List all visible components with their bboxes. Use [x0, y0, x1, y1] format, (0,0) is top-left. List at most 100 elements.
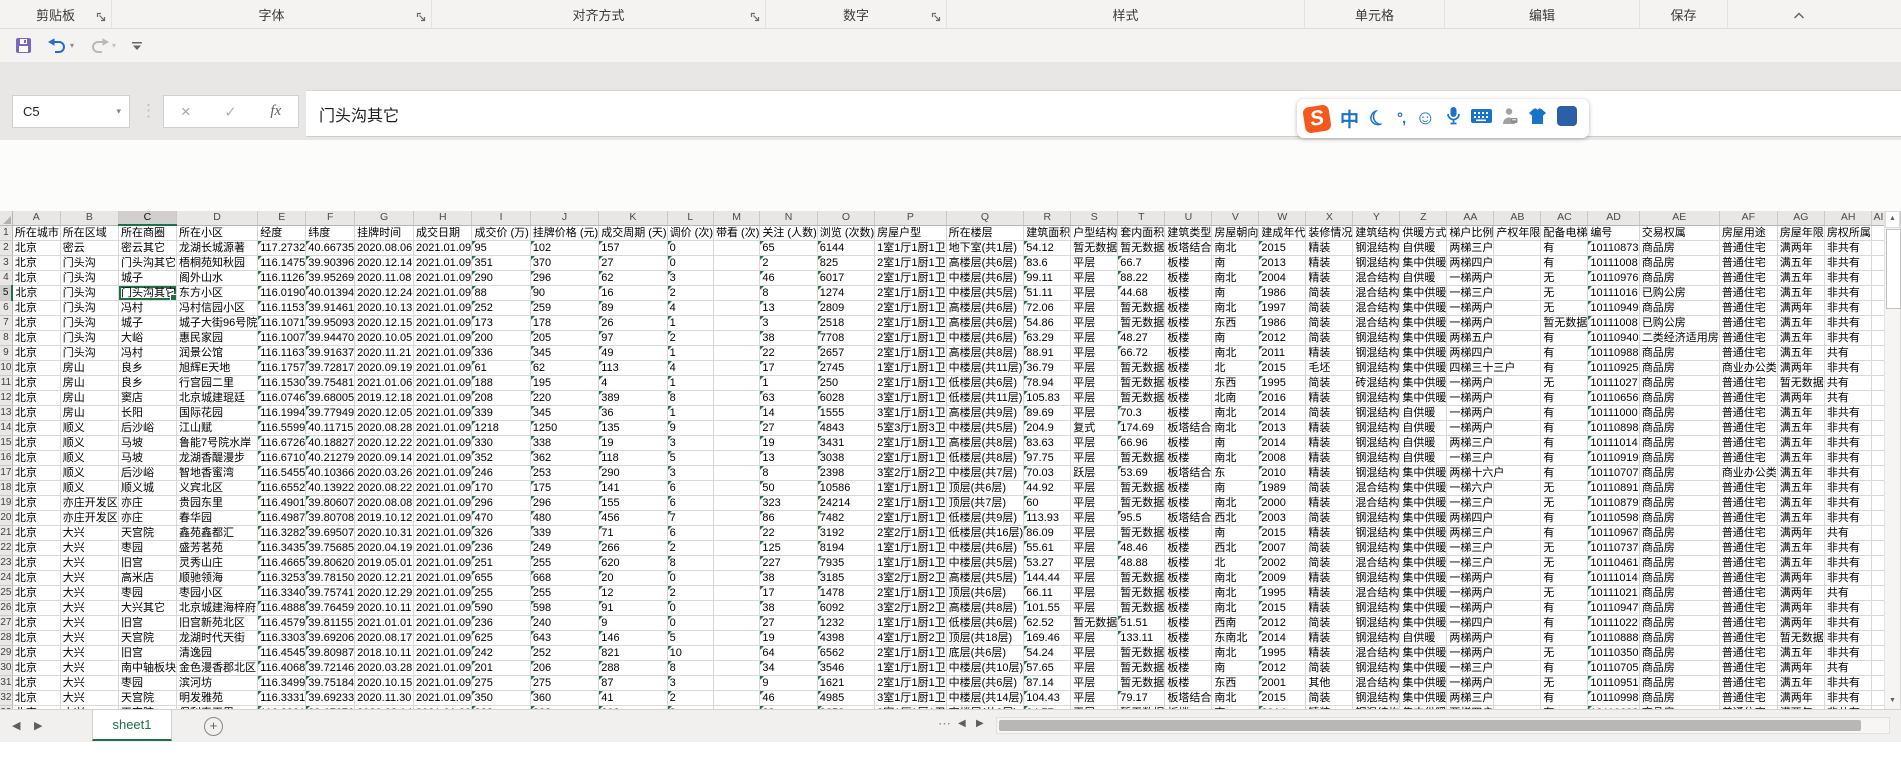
cell-R24[interactable]: 144.44: [1023, 570, 1072, 586]
cell-M32[interactable]: [713, 690, 761, 706]
row-header-29[interactable]: 29: [0, 645, 13, 661]
cell-AE25[interactable]: 商品房: [1639, 585, 1720, 601]
cell-K23[interactable]: 620: [598, 555, 668, 571]
cell-O19[interactable]: 24214: [817, 495, 876, 511]
cell-AD8[interactable]: 10110940: [1587, 330, 1640, 346]
cell-Q26[interactable]: 高楼层(共8层): [946, 600, 1025, 616]
cell-AF19[interactable]: 普通住宅: [1719, 495, 1778, 511]
cell-S32[interactable]: 平层: [1070, 690, 1119, 706]
cell-AH8[interactable]: 非共有: [1824, 330, 1873, 346]
cell-J5[interactable]: 90: [530, 285, 600, 301]
cell-I11[interactable]: 188: [471, 375, 531, 391]
cell-T10[interactable]: 暂无数据: [1117, 360, 1166, 376]
cell-B16[interactable]: 顺义: [60, 450, 119, 466]
cell-G23[interactable]: 2019.05.01: [354, 555, 415, 571]
cell-A4[interactable]: 北京: [12, 270, 61, 286]
cell-Z31[interactable]: 集中供暖: [1399, 675, 1448, 691]
cell-G7[interactable]: 2020.12.15: [354, 315, 415, 331]
cell-L19[interactable]: 6: [667, 495, 714, 511]
cell-A8[interactable]: 北京: [12, 330, 61, 346]
cell-L20[interactable]: 7: [667, 510, 714, 526]
cell-R25[interactable]: 66.11: [1023, 585, 1072, 601]
cell-R17[interactable]: 70.03: [1023, 465, 1072, 481]
cell-AE9[interactable]: 商品房: [1639, 345, 1720, 361]
cell-C5[interactable]: 门头沟其它: [118, 285, 177, 301]
cell-J22[interactable]: 249: [530, 540, 600, 556]
cell-E13[interactable]: 116.1994: [257, 405, 307, 421]
cell-Z10[interactable]: 集中供暖: [1399, 360, 1448, 376]
cell-C8[interactable]: 大峪: [118, 330, 177, 346]
cell-AD16[interactable]: 10110919: [1587, 450, 1640, 466]
col-header-D[interactable]: D: [176, 211, 259, 226]
cell-D31[interactable]: 滨河坊: [176, 675, 259, 691]
cell-B2[interactable]: 密云: [60, 240, 119, 256]
row-header-26[interactable]: 26: [0, 600, 13, 616]
cell-Q15[interactable]: 高楼层(共8层): [946, 435, 1025, 451]
cell-Y22[interactable]: 钢混结构: [1352, 540, 1401, 556]
cell-I4[interactable]: 290: [471, 270, 531, 286]
cell-Z30[interactable]: 集中供暖: [1399, 660, 1448, 676]
cell-P29[interactable]: 2室1厅1厨1卫: [874, 645, 947, 661]
cell-O18[interactable]: 10586: [817, 480, 876, 496]
cell-W22[interactable]: 2007: [1258, 540, 1307, 556]
cell-T4[interactable]: 88.22: [1117, 270, 1166, 286]
cell-N8[interactable]: 38: [759, 330, 818, 346]
cell-J25[interactable]: 255: [530, 585, 600, 601]
cell-N12[interactable]: 63: [759, 390, 818, 406]
cell-J12[interactable]: 220: [530, 390, 600, 406]
cell-N4[interactable]: 46: [759, 270, 818, 286]
cell-N18[interactable]: 50: [759, 480, 818, 496]
row-header-22[interactable]: 22: [0, 540, 13, 556]
person-icon[interactable]: [1502, 107, 1518, 130]
cell-I21[interactable]: 326: [471, 525, 531, 541]
cell-C17[interactable]: 后沙峪: [118, 465, 177, 481]
cell-AC10[interactable]: 有: [1540, 360, 1589, 376]
save-button[interactable]: [15, 37, 32, 54]
prev-sheet-icon[interactable]: ◀: [12, 719, 20, 732]
cell-D23[interactable]: 灵秀山庄: [176, 555, 259, 571]
cell-AB14[interactable]: [1493, 420, 1542, 436]
cell-Q6[interactable]: 高楼层(共6层): [946, 300, 1025, 316]
cell-P5[interactable]: 2室1厅1厨1卫: [874, 285, 947, 301]
col-header-Q[interactable]: Q: [946, 211, 1025, 226]
col-header-S[interactable]: S: [1070, 211, 1119, 226]
cell-K17[interactable]: 290: [598, 465, 668, 481]
name-box-dropdown-icon[interactable]: ▾: [116, 106, 129, 117]
cell-T8[interactable]: 48.27: [1117, 330, 1166, 346]
cell-E6[interactable]: 116.1153: [257, 300, 307, 316]
cell-D6[interactable]: 冯村信园小区: [176, 300, 259, 316]
cell-AH22[interactable]: 非共有: [1824, 540, 1873, 556]
cell-T1[interactable]: 套内面积: [1117, 225, 1166, 241]
cell-L14[interactable]: 9: [667, 420, 714, 436]
cell-A18[interactable]: 北京: [12, 480, 61, 496]
cell-W4[interactable]: 2004: [1258, 270, 1307, 286]
cell-Z24[interactable]: 集中供暖: [1399, 570, 1448, 586]
cell-B8[interactable]: 门头沟: [60, 330, 119, 346]
cell-F20[interactable]: 39.80708: [305, 510, 356, 526]
cell-AE14[interactable]: 商品房: [1639, 420, 1720, 436]
col-header-A[interactable]: A: [12, 211, 61, 226]
cell-A32[interactable]: 北京: [12, 690, 61, 706]
cell-F8[interactable]: 39.94470: [305, 330, 356, 346]
cell-U19[interactable]: 板楼: [1164, 495, 1213, 511]
cell-V17[interactable]: 东: [1211, 465, 1260, 481]
cell-G14[interactable]: 2020.08.28: [354, 420, 415, 436]
cell-AB20[interactable]: [1493, 510, 1542, 526]
cell-AD25[interactable]: 10111021: [1587, 585, 1640, 601]
cell-Y2[interactable]: 钢混结构: [1352, 240, 1401, 256]
cell-AC25[interactable]: 无: [1540, 585, 1589, 601]
row-header-4[interactable]: 4: [0, 270, 13, 286]
cell-Y26[interactable]: 钢混结构: [1352, 600, 1401, 616]
cell-N20[interactable]: 86: [759, 510, 818, 526]
cell-B11[interactable]: 房山: [60, 375, 119, 391]
cell-C14[interactable]: 后沙峪: [118, 420, 177, 436]
cell-Q19[interactable]: 顶层(共7层): [946, 495, 1025, 511]
cell-F32[interactable]: 39.69233: [305, 690, 356, 706]
col-header-P[interactable]: P: [874, 211, 947, 226]
cell-W31[interactable]: 2001: [1258, 675, 1307, 691]
cell-AG13[interactable]: 满五年: [1777, 405, 1825, 421]
cell-P19[interactable]: 2室1厅1厨1卫: [874, 495, 947, 511]
cell-AE26[interactable]: 商品房: [1639, 600, 1720, 616]
cell-C23[interactable]: 旧宫: [118, 555, 177, 571]
cell-T2[interactable]: 暂无数据: [1117, 240, 1166, 256]
